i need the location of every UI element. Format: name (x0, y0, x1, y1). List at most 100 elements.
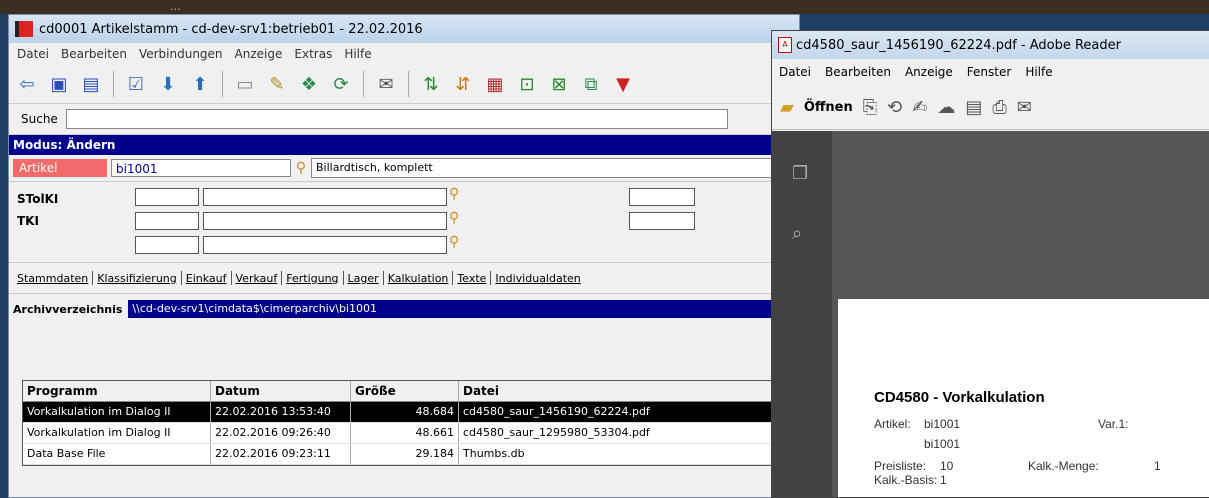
tab-klassifizierung[interactable]: Klassifizierung (93, 272, 181, 285)
calendar-icon[interactable]: ▦ (481, 70, 509, 98)
tab-verkauf[interactable]: Verkauf (232, 272, 282, 285)
export-icon[interactable]: ⊡ (513, 70, 541, 98)
cell-programm: Vorkalkulation im Dialog II (23, 402, 211, 422)
folder-icon[interactable]: ▰ (780, 97, 794, 118)
archive-table: Programm Datum Größe Datei Vorkalkulatio… (22, 380, 784, 466)
search-icon[interactable]: ⚲ (449, 234, 459, 250)
reader-menu-bearbeiten[interactable]: Bearbeiten (818, 65, 898, 79)
search-row: Suche (9, 104, 799, 135)
reader-menu-datei[interactable]: Datei (772, 65, 818, 79)
tab-einkauf[interactable]: Einkauf (182, 272, 231, 285)
archive-path: \\cd-dev-srv1\cimdata$\cimerparchiv\bi10… (128, 300, 799, 318)
search-input[interactable] (65, 109, 728, 129)
cell-groesse: 29.184 (351, 444, 459, 464)
reader-menu-anzeige[interactable]: Anzeige (898, 65, 960, 79)
mail-icon[interactable]: ✉ (1017, 97, 1032, 118)
table-row[interactable]: Vorkalkulation im Dialog II 22.02.2016 1… (23, 402, 783, 423)
extra-code-input[interactable] (135, 236, 199, 254)
tab-fertigung[interactable]: Fertigung (282, 272, 342, 285)
reader-body: ❐ ⌕ CD4580 - Vorkalkulation Artikel: bi1… (772, 131, 1209, 497)
sort-descending-icon[interactable]: ⇵ (449, 70, 477, 98)
main-toolbar: ⇦ ▣ ▤ ☑ ⬇ ⬆ ▭ ✎ ❖ ⟳ ✉ ⇅ ⇵ ▦ ⊡ ⊠ ⧉ ▼ (9, 65, 799, 104)
menu-anzeige[interactable]: Anzeige (229, 47, 289, 61)
search-label: Suche (21, 112, 58, 126)
toolbar-separator (363, 71, 364, 97)
reader-titlebar[interactable]: A cd4580_saur_1456190_62224.pdf - Adobe … (772, 31, 1209, 59)
tab-individualdaten[interactable]: Individualdaten (491, 272, 584, 285)
search-icon[interactable]: ⚲ (291, 160, 311, 176)
right-input-2[interactable] (629, 212, 695, 230)
cell-programm: Data Base File (23, 444, 211, 464)
mode-bar: Modus: Ändern (9, 135, 799, 155)
convert-icon[interactable]: ⟲ (887, 97, 902, 118)
checklist-icon[interactable]: ☑ (122, 70, 150, 98)
tki-code-input[interactable] (135, 212, 199, 230)
copy-icon[interactable]: ⧉ (577, 70, 605, 98)
reader-menu-fenster[interactable]: Fenster (960, 65, 1019, 79)
preisliste-value: 10 (940, 459, 954, 473)
menu-datei[interactable]: Datei (11, 47, 55, 61)
reader-window-title: cd4580_saur_1456190_62224.pdf - Adobe Re… (796, 37, 1121, 53)
sign-icon[interactable]: ✍ (912, 97, 927, 118)
table-row[interactable]: Vorkalkulation im Dialog II 22.02.2016 0… (23, 423, 783, 444)
column-header-datei[interactable]: Datei (459, 381, 783, 401)
archive-row: Archivverzeichnis \\cd-dev-srv1\cimdata$… (9, 294, 799, 324)
column-header-groesse[interactable]: Größe (351, 381, 459, 401)
reader-sidebar: ❐ ⌕ (772, 131, 832, 497)
print-icon[interactable]: ⎙ (992, 97, 1006, 118)
open-button[interactable]: Öffnen (804, 100, 853, 115)
menu-verbindungen[interactable]: Verbindungen (133, 47, 229, 61)
table-row[interactable]: Data Base File 22.02.2016 09:23:11 29.18… (23, 444, 783, 465)
create-pdf-icon[interactable]: ⎘ (863, 97, 877, 118)
right-input-1[interactable] (629, 188, 695, 206)
cell-datum: 22.02.2016 13:53:40 (211, 402, 351, 422)
preisliste-label: Preisliste: (874, 459, 927, 473)
exit-icon[interactable]: ⇦ (13, 70, 41, 98)
tab-stammdaten[interactable]: Stammdaten (13, 272, 92, 285)
tab-lager[interactable]: Lager (344, 272, 383, 285)
artikel-input[interactable]: bi1001 (111, 159, 291, 177)
menu-hilfe[interactable]: Hilfe (338, 47, 377, 61)
tab-texte[interactable]: Texte (453, 272, 490, 285)
refresh-icon[interactable]: ⟳ (327, 70, 355, 98)
mail-icon[interactable]: ✉ (372, 70, 400, 98)
cell-programm: Vorkalkulation im Dialog II (23, 423, 211, 443)
save-all-icon[interactable]: ▤ (77, 70, 105, 98)
cloud-upload-icon[interactable]: ☁ (937, 97, 955, 118)
main-titlebar[interactable]: cd0001 Artikelstamm - cd-dev-srv1:betrie… (9, 15, 799, 43)
column-header-programm[interactable]: Programm (23, 381, 211, 401)
cell-groesse: 48.661 (351, 423, 459, 443)
attachment-icon[interactable]: ⌕ (792, 223, 802, 244)
cell-groesse: 48.684 (351, 402, 459, 422)
page-title: CD4580 - Vorkalkulation (874, 389, 1045, 406)
kalk-basis-label: Kalk.-Basis: (874, 473, 938, 487)
import-icon[interactable]: ⊠ (545, 70, 573, 98)
sort-ascending-icon[interactable]: ⇅ (417, 70, 445, 98)
column-header-datum[interactable]: Datum (211, 381, 351, 401)
search-icon[interactable]: ⚲ (449, 186, 459, 202)
cell-datei: cd4580_saur_1456190_62224.pdf (459, 402, 783, 422)
download-icon[interactable]: ⬇ (154, 70, 182, 98)
menu-extras[interactable]: Extras (288, 47, 338, 61)
tab-kalkulation[interactable]: Kalkulation (384, 272, 453, 285)
tki-name-input[interactable] (203, 212, 447, 230)
duplicate-icon[interactable]: ❖ (295, 70, 323, 98)
pages-icon[interactable]: ❐ (792, 163, 808, 184)
filter-icon[interactable]: ▼ (609, 70, 637, 98)
upload-icon[interactable]: ⬆ (186, 70, 214, 98)
artikel-field-label: Artikel: (874, 417, 911, 431)
stk-name-input[interactable] (203, 188, 447, 206)
extra-name-input[interactable] (203, 236, 447, 254)
reader-menu-hilfe[interactable]: Hilfe (1018, 65, 1059, 79)
pdf-page: CD4580 - Vorkalkulation Artikel: bi1001 … (838, 299, 1209, 497)
save-icon[interactable]: ▣ (45, 70, 73, 98)
menu-bearbeiten[interactable]: Bearbeiten (55, 47, 133, 61)
new-document-icon[interactable]: ▭ (231, 70, 259, 98)
search-icon[interactable]: ⚲ (449, 210, 459, 226)
edit-icon[interactable]: ✎ (263, 70, 291, 98)
save-icon[interactable]: ▤ (965, 97, 982, 118)
kalk-basis-value: 1 (940, 473, 947, 487)
tki-label: TKI (17, 214, 39, 228)
main-window-title: cd0001 Artikelstamm - cd-dev-srv1:betrie… (39, 21, 423, 37)
stk-code-input[interactable] (135, 188, 199, 206)
